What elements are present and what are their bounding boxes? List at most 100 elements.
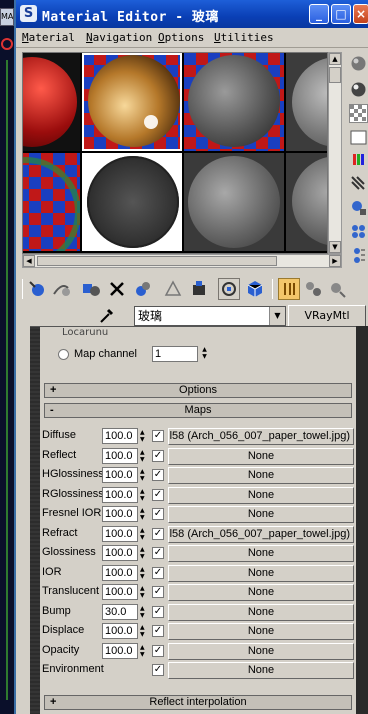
- sample-type-icon[interactable]: [349, 54, 368, 73]
- spinner-icon[interactable]: ▲ ▼: [140, 488, 148, 503]
- put-to-scene-icon[interactable]: [50, 278, 72, 300]
- sample-slot[interactable]: [23, 53, 80, 151]
- sample-slot[interactable]: [286, 153, 327, 251]
- map-button[interactable]: l58 (Arch_056_007_paper_towel.jpg): [168, 525, 354, 543]
- video-color-check-icon[interactable]: [349, 150, 368, 169]
- scroll-down-icon[interactable]: ▼: [329, 241, 341, 253]
- sample-slot-active[interactable]: [82, 53, 182, 151]
- make-preview-icon[interactable]: [349, 174, 368, 193]
- material-map-navigator-icon[interactable]: [326, 278, 348, 300]
- map-enable-checkbox[interactable]: ✓: [152, 527, 164, 540]
- select-by-material-icon[interactable]: [349, 222, 368, 241]
- menu-material[interactable]: Material: [22, 31, 75, 44]
- map-button[interactable]: None: [168, 447, 354, 465]
- map-enable-checkbox[interactable]: ✓: [152, 644, 164, 657]
- map-channel-radio[interactable]: [58, 349, 69, 360]
- map-enable-checkbox[interactable]: ✓: [152, 664, 164, 676]
- dropdown-arrow-icon[interactable]: ▼: [269, 307, 285, 325]
- maps-rollout-header[interactable]: - Maps: [44, 403, 352, 418]
- map-button[interactable]: None: [168, 603, 354, 621]
- map-amount-field[interactable]: 30.0: [102, 603, 138, 620]
- map-amount-field[interactable]: 100.0: [102, 545, 138, 561]
- map-enable-checkbox[interactable]: ✓: [152, 488, 164, 501]
- scroll-left-icon[interactable]: ◀: [23, 255, 35, 267]
- slots-horizontal-scrollbar[interactable]: ◀ ▶: [22, 254, 342, 268]
- material-type-button[interactable]: VRayMtl: [288, 305, 366, 327]
- make-unique-icon[interactable]: [132, 278, 154, 300]
- scroll-thumb[interactable]: [329, 67, 341, 83]
- map-enable-checkbox[interactable]: ✓: [152, 508, 164, 520]
- scroll-thumb[interactable]: [37, 256, 277, 266]
- slots-vertical-scrollbar[interactable]: ▲ ▼: [328, 52, 342, 254]
- sample-slot[interactable]: [82, 153, 182, 251]
- spinner-icon[interactable]: ▲ ▼: [140, 527, 148, 542]
- map-enable-checkbox[interactable]: ✓: [152, 430, 164, 442]
- spinner-icon[interactable]: ▲ ▼: [140, 605, 148, 620]
- map-button[interactable]: None: [168, 584, 354, 601]
- map-button[interactable]: None: [168, 486, 354, 504]
- map-enable-checkbox[interactable]: ✓: [152, 625, 164, 637]
- go-forward-to-sibling-icon[interactable]: [302, 278, 324, 300]
- backlight-icon[interactable]: [349, 80, 368, 99]
- reflect-interpolation-rollout-header[interactable]: + Reflect interpolation: [44, 695, 352, 710]
- scroll-up-icon[interactable]: ▲: [329, 53, 341, 65]
- reset-material-icon[interactable]: [106, 278, 128, 300]
- scroll-right-icon[interactable]: ▶: [329, 255, 341, 267]
- show-map-in-viewport-icon[interactable]: [218, 278, 240, 300]
- maximize-button[interactable]: □: [331, 4, 351, 24]
- map-amount-field[interactable]: 100.0: [102, 506, 138, 522]
- map-button[interactable]: l58 (Arch_056_007_paper_towel.jpg): [168, 428, 354, 445]
- map-amount-field[interactable]: 100.0: [102, 623, 138, 639]
- map-enable-checkbox[interactable]: ✓: [152, 566, 164, 579]
- assign-to-selection-icon[interactable]: [80, 278, 102, 300]
- title-bar[interactable]: S Material Editor - 玻璃 _ □ ×: [16, 0, 368, 28]
- uv-tiling-icon[interactable]: [349, 128, 368, 147]
- map-amount-field[interactable]: 100.0: [102, 584, 138, 600]
- map-amount-field[interactable]: 100.0: [102, 642, 138, 659]
- map-amount-field[interactable]: 100.0: [102, 525, 138, 542]
- map-channel-field[interactable]: 1: [152, 346, 198, 362]
- material-name-field[interactable]: 玻璃 ▼: [134, 306, 286, 326]
- spinner-icon[interactable]: ▲ ▼: [140, 546, 148, 561]
- sample-slot[interactable]: [23, 153, 80, 251]
- show-end-result-icon[interactable]: [244, 278, 266, 300]
- map-button[interactable]: None: [168, 506, 354, 523]
- background-checker-icon[interactable]: [349, 104, 368, 123]
- map-amount-field[interactable]: 100.0: [102, 486, 138, 503]
- close-button[interactable]: ×: [353, 4, 368, 24]
- spinner-icon[interactable]: ▲ ▼: [140, 449, 148, 464]
- map-enable-checkbox[interactable]: ✓: [152, 586, 164, 598]
- options-icon[interactable]: [349, 198, 368, 217]
- map-amount-field[interactable]: 100.0: [102, 447, 138, 464]
- spinner-icon[interactable]: ▲ ▼: [140, 644, 148, 659]
- spinner-icon[interactable]: ▲ ▼: [140, 624, 148, 639]
- spinner-icon[interactable]: ▲ ▼: [140, 468, 148, 483]
- options-rollout-header[interactable]: + Options: [44, 383, 352, 398]
- map-button[interactable]: None: [168, 662, 354, 679]
- material-effects-channel-icon[interactable]: [188, 278, 210, 300]
- put-to-library-icon[interactable]: [162, 278, 184, 300]
- map-amount-field[interactable]: 100.0: [102, 564, 138, 581]
- app-logo-icon[interactable]: S: [20, 5, 37, 22]
- map-enable-checkbox[interactable]: ✓: [152, 449, 164, 462]
- map-button[interactable]: None: [168, 467, 354, 484]
- map-enable-checkbox[interactable]: ✓: [152, 605, 164, 618]
- map-button[interactable]: None: [168, 564, 354, 582]
- map-button[interactable]: None: [168, 623, 354, 640]
- sample-slot[interactable]: [286, 53, 327, 151]
- map-enable-checkbox[interactable]: ✓: [152, 469, 164, 481]
- map-enable-checkbox[interactable]: ✓: [152, 547, 164, 559]
- spinner-icon[interactable]: ▲ ▼: [140, 507, 148, 522]
- eyedropper-icon[interactable]: [98, 306, 116, 324]
- map-amount-field[interactable]: 100.0: [102, 467, 138, 483]
- spinner-icon[interactable]: ▲ ▼: [140, 566, 148, 581]
- menu-navigation[interactable]: Navigation: [86, 31, 152, 44]
- sample-slot[interactable]: [184, 153, 284, 251]
- panel-scrollbar[interactable]: [356, 326, 368, 714]
- menu-utilities[interactable]: Utilities: [214, 31, 274, 44]
- map-button[interactable]: None: [168, 642, 354, 660]
- map-button[interactable]: None: [168, 545, 354, 562]
- spinner-icon[interactable]: ▲ ▼: [140, 429, 148, 444]
- sample-slot[interactable]: [184, 53, 284, 151]
- spinner-icon[interactable]: ▲ ▼: [200, 346, 209, 362]
